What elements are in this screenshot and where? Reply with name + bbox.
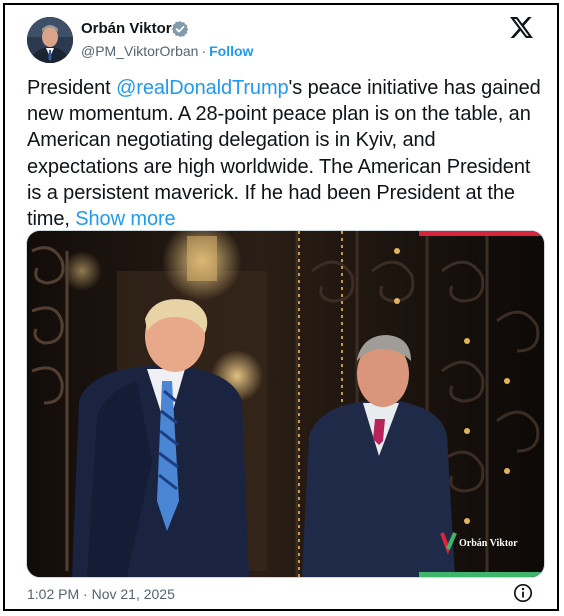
x-logo-icon[interactable] [510, 17, 533, 38]
author-handle[interactable]: @PM_ViktorOrban [81, 43, 198, 59]
show-more-link[interactable]: Show more [75, 208, 175, 230]
author-handle-row: @PM_ViktorOrban · Follow [81, 43, 253, 60]
verified-badge-icon [171, 20, 189, 38]
follow-link[interactable]: Follow [209, 43, 253, 59]
mention-link[interactable]: @realDonaldTrump [116, 77, 289, 99]
author-name[interactable]: Orbán Viktor [81, 20, 172, 38]
avatar-portrait-icon [27, 17, 73, 63]
watermark-text: Orbán Viktor [459, 538, 518, 549]
photo-scene: Orbán Viktor [27, 231, 544, 577]
tweet-text-prefix: President [27, 77, 117, 99]
separator-dot: · [201, 43, 207, 59]
tweet-card: Orbán Viktor @PM_ViktorOrban · Follow Pres… [3, 3, 559, 611]
top-accent-bar [419, 231, 544, 236]
tweet-timestamp[interactable]: 1:02 PM · Nov 21, 2025 [27, 585, 175, 603]
tweet-text: President @realDonaldTrump's peace initi… [27, 75, 549, 232]
info-icon[interactable] [513, 583, 533, 603]
tweet-photo[interactable]: Orbán Viktor [26, 230, 545, 578]
bottom-accent-bar [419, 572, 544, 577]
author-avatar[interactable] [27, 17, 73, 63]
